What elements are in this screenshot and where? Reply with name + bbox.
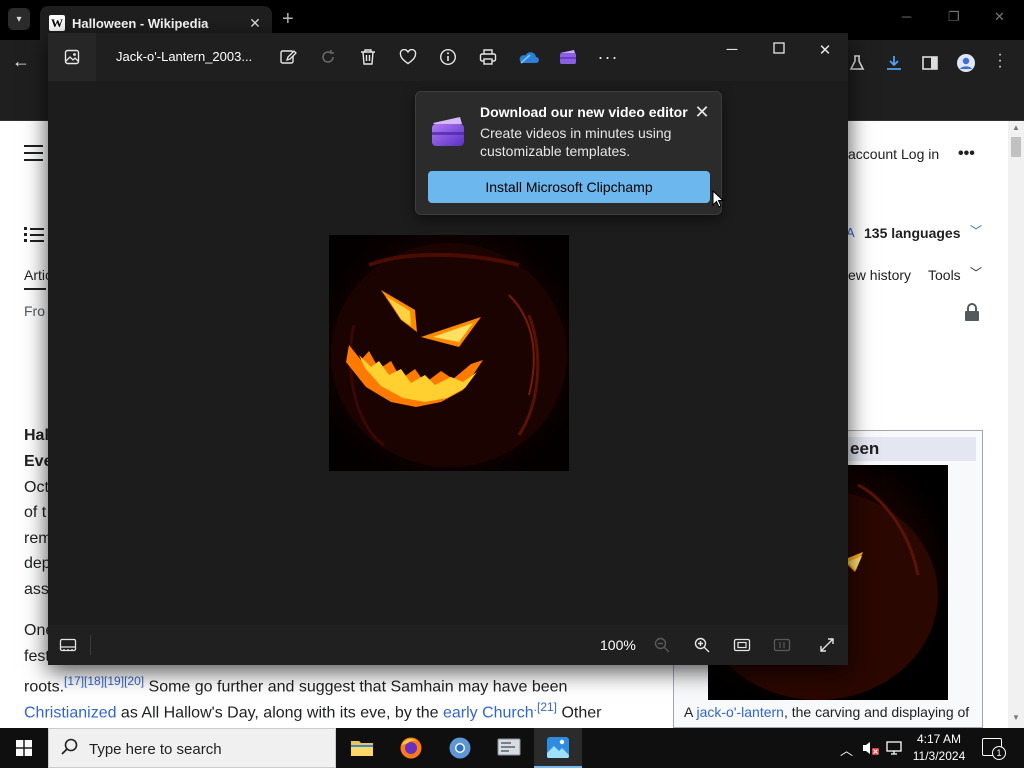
article-fragment: Hal: [24, 427, 49, 444]
from-wikipedia-text: Fro: [24, 303, 45, 319]
actual-size-icon[interactable]: [770, 633, 794, 657]
divider: [90, 635, 91, 655]
zoom-in-icon[interactable]: [690, 633, 714, 657]
viewer-title-bar: Jack-o'-Lantern_2003... ··· ─ ✕: [48, 33, 848, 81]
filmstrip-icon[interactable]: [56, 633, 80, 657]
delete-icon[interactable]: [356, 45, 380, 69]
fit-to-window-icon[interactable]: [730, 633, 754, 657]
network-icon[interactable]: [886, 740, 902, 759]
lock-icon: [964, 303, 980, 326]
browser-close-icon[interactable]: ✕: [994, 9, 1005, 25]
roots-text: roots.: [24, 678, 65, 696]
login-link[interactable]: Log in: [901, 142, 939, 167]
article-line-christianized: Christianized as All Hallow's Day, along…: [24, 695, 601, 725]
christianized-end-text: Other: [557, 704, 602, 722]
clipchamp-icon[interactable]: [556, 45, 580, 69]
zoom-level[interactable]: 100%: [600, 637, 636, 653]
browser-menu-icon[interactable]: · · ·: [996, 47, 1004, 75]
photos-app-icon[interactable]: [534, 728, 582, 768]
view-history-link[interactable]: ew history: [848, 263, 911, 288]
page-scrollbar[interactable]: ▲ ▼: [1008, 121, 1024, 728]
viewer-close-icon[interactable]: ✕: [813, 41, 837, 59]
chromium-icon[interactable]: [436, 728, 484, 768]
notification-count-badge: 1: [992, 746, 1006, 760]
show-hidden-icons-chevron-icon[interactable]: ︿: [840, 740, 853, 759]
article-fragment: fest: [24, 648, 50, 665]
search-placeholder: Type here to search: [89, 741, 222, 758]
tab-close-icon[interactable]: ✕: [244, 15, 266, 32]
edit-image-icon[interactable]: [276, 45, 300, 69]
promo-description: Create videos in minutes using customiza…: [480, 125, 672, 159]
mouse-cursor-icon: [712, 189, 725, 208]
early-church-link[interactable]: early Church: [443, 704, 534, 721]
tools-chevron-icon: ﹀: [970, 266, 983, 280]
fullscreen-icon[interactable]: [815, 633, 839, 657]
more-icon[interactable]: ···: [596, 45, 620, 69]
clipchamp-logo-icon: [430, 112, 466, 148]
citation-refs[interactable]: [17][18][19][20]: [64, 674, 144, 688]
file-explorer-icon[interactable]: [338, 728, 386, 768]
clock-date: 11/3/2024: [912, 749, 966, 763]
clock-time: 4:17 AM: [916, 732, 962, 746]
languages-chevron-icon: ﹀: [970, 224, 983, 238]
browser-restore-icon[interactable]: ❐: [948, 9, 960, 25]
rotate-icon[interactable]: [316, 45, 340, 69]
windows-taskbar: Type here to search ︿ 4:17 AM 11/3/2024 …: [0, 728, 1024, 768]
scroll-down-icon[interactable]: ▼: [1012, 713, 1020, 722]
table-of-contents-icon[interactable]: [24, 225, 44, 248]
onedrive-icon[interactable]: [516, 45, 540, 69]
image-filename: Jack-o'-Lantern_2003...: [116, 49, 253, 64]
tab-search-chevron-icon[interactable]: ▾: [8, 8, 30, 30]
favorite-icon[interactable]: [396, 45, 420, 69]
create-account-link[interactable]: account: [848, 142, 897, 167]
wikipedia-favicon-icon: W: [49, 15, 65, 31]
viewer-minimize-icon[interactable]: ─: [720, 41, 744, 58]
info-icon[interactable]: [436, 45, 460, 69]
infobox-caption: A jack-o'-lantern, the carving and displ…: [684, 704, 969, 720]
article-fragment: Oct: [24, 479, 49, 496]
profile-avatar-icon[interactable]: [956, 53, 976, 78]
citation-ref[interactable]: .[21]: [534, 700, 557, 714]
christianized-link[interactable]: Christianized: [24, 704, 116, 721]
jack-o-lantern-photo[interactable]: [329, 235, 569, 471]
roots-rest-text: Some go further and suggest that Samhain…: [144, 678, 568, 696]
new-tab-button[interactable]: +: [282, 8, 294, 31]
print-icon[interactable]: [476, 45, 500, 69]
zoom-out-icon[interactable]: [650, 633, 674, 657]
jack-o-lantern-link[interactable]: jack-o'-lantern: [696, 704, 784, 720]
article-fragment: dep: [24, 555, 51, 572]
system-settings-app-icon[interactable]: [485, 728, 533, 768]
christianized-mid-text: as All Hallow's Day, along with its eve,…: [116, 704, 443, 722]
languages-button[interactable]: 135 languages: [864, 221, 961, 246]
taskbar-search-box[interactable]: Type here to search: [48, 728, 336, 768]
firefox-icon[interactable]: [387, 728, 435, 768]
labs-flask-icon[interactable]: [848, 54, 866, 77]
side-panel-icon[interactable]: [921, 54, 939, 77]
promo-title: Download our new video editor: [480, 104, 688, 120]
gallery-icon[interactable]: [48, 33, 96, 81]
main-menu-icon[interactable]: [24, 145, 43, 166]
promo-close-icon[interactable]: ✕: [692, 102, 712, 123]
install-clipchamp-button[interactable]: Install Microsoft Clipchamp: [428, 171, 710, 203]
article-fragment: of t: [24, 504, 47, 521]
caption-prefix: A: [684, 704, 697, 720]
article-tab-underline: [24, 288, 46, 290]
tab-title: Halloween - Wikipedia: [72, 15, 209, 31]
viewer-maximize-icon[interactable]: [767, 41, 791, 58]
scroll-up-icon[interactable]: ▲: [1012, 123, 1020, 132]
user-menu-more-icon[interactable]: •••: [958, 141, 975, 166]
taskbar-clock[interactable]: 4:17 AM 11/3/2024: [906, 731, 972, 765]
caption-rest: , the carving and displaying of: [783, 704, 970, 720]
browser-minimize-icon[interactable]: ─: [902, 9, 911, 24]
article-fragment: ass: [24, 581, 49, 598]
viewer-bottom-bar: 100%: [48, 625, 848, 665]
scrollbar-thumb[interactable]: [1011, 137, 1021, 157]
windows-start-icon[interactable]: [0, 728, 48, 768]
back-arrow-icon[interactable]: ←: [12, 51, 30, 72]
clipchamp-promo-popup: Download our new video editor Create vid…: [415, 91, 722, 215]
tools-menu[interactable]: Tools: [928, 263, 961, 288]
search-icon: [61, 738, 79, 761]
download-icon[interactable]: [885, 54, 903, 77]
volume-muted-icon[interactable]: [862, 740, 880, 759]
